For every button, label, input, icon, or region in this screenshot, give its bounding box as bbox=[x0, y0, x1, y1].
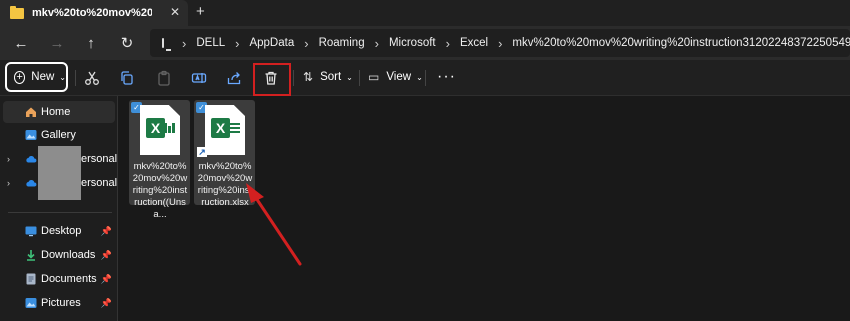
home-icon bbox=[26, 107, 36, 117]
navigation-pane: Home Gallery › ersonal › ersonal Desktop… bbox=[0, 96, 118, 321]
back-arrow-icon[interactable]: ← bbox=[12, 34, 30, 52]
chevron-down-icon: ⌄ bbox=[416, 72, 423, 82]
more-options-icon[interactable]: ··· bbox=[437, 68, 456, 86]
sidebar-item-label: Home bbox=[41, 106, 71, 118]
sidebar-divider bbox=[8, 212, 112, 213]
chevron-down-icon: ⌄ bbox=[59, 72, 66, 82]
pictures-icon bbox=[25, 298, 37, 308]
sidebar-item-label: Downloads bbox=[41, 249, 96, 261]
gallery-icon bbox=[25, 130, 37, 140]
pin-icon: 📌 bbox=[100, 225, 112, 236]
share-icon[interactable] bbox=[225, 69, 243, 87]
sidebar-item-label: Desktop bbox=[41, 225, 82, 237]
download-icon bbox=[27, 250, 35, 261]
documents-icon bbox=[26, 273, 36, 285]
excel-logo-icon: X bbox=[146, 118, 165, 138]
breadcrumb-separator[interactable]: › bbox=[446, 36, 450, 51]
sidebar-item-label: Pictures bbox=[41, 297, 81, 309]
breadcrumb-excel[interactable]: Excel bbox=[460, 37, 488, 49]
sidebar-item-documents[interactable]: Documents 📌 bbox=[3, 268, 115, 290]
copy-icon[interactable] bbox=[118, 69, 136, 87]
forward-arrow-icon[interactable]: → bbox=[48, 34, 66, 52]
up-arrow-icon[interactable]: ↑ bbox=[82, 34, 100, 52]
excel-file-icon: X bbox=[205, 105, 245, 155]
breadcrumb-separator[interactable]: › bbox=[235, 36, 239, 51]
this-pc-icon[interactable] bbox=[162, 38, 171, 51]
spreadsheet-grid-icon bbox=[164, 123, 175, 133]
spreadsheet-grid-icon bbox=[229, 123, 240, 133]
sort-button[interactable]: ⇅ Sort ⌄ bbox=[303, 70, 353, 84]
pin-icon: 📌 bbox=[100, 249, 112, 260]
sidebar-item-desktop[interactable]: Desktop 📌 bbox=[3, 220, 115, 242]
pin-icon: 📌 bbox=[100, 297, 112, 308]
tab-explorer[interactable]: mkv%20to%20mov%20writin ✕ bbox=[0, 0, 188, 26]
view-icon: ▭ bbox=[368, 70, 380, 84]
excel-logo-icon: X bbox=[211, 118, 230, 138]
refresh-icon[interactable]: ↻ bbox=[118, 34, 136, 52]
file-name: mkv%20to%20mov%20writing%20instruction((… bbox=[132, 161, 188, 220]
desktop-icon bbox=[25, 226, 37, 237]
chevron-down-icon: ⌄ bbox=[346, 72, 353, 82]
toolbar-divider bbox=[293, 70, 294, 86]
command-bar: + New ⌄ ⇅ Sort ⌄ ▭ View ⌄ ··· bbox=[0, 60, 850, 96]
sort-icon: ⇅ bbox=[303, 70, 314, 84]
paste-icon[interactable] bbox=[155, 69, 173, 87]
new-button[interactable]: + New ⌄ bbox=[5, 62, 68, 92]
redacted-account-name bbox=[38, 146, 81, 200]
breadcrumb-separator[interactable]: › bbox=[182, 36, 186, 51]
breadcrumb-appdata[interactable]: AppData bbox=[249, 37, 294, 49]
view-button[interactable]: ▭ View ⌄ bbox=[368, 70, 423, 84]
excel-file-icon: X bbox=[140, 105, 180, 155]
new-button-label: New bbox=[31, 71, 55, 83]
breadcrumb-roaming[interactable]: Roaming bbox=[319, 37, 365, 49]
breadcrumb-separator[interactable]: › bbox=[375, 36, 379, 51]
navigation-bar: ← → ↑ ↻ › DELL › AppData › Roaming › Mic… bbox=[0, 26, 850, 60]
breadcrumb-microsoft[interactable]: Microsoft bbox=[389, 37, 436, 49]
sidebar-item-label: Documents bbox=[41, 273, 97, 285]
new-tab-button[interactable]: + bbox=[196, 3, 205, 20]
file-list: ✓ X mkv%20to%20mov%20writing%20instructi… bbox=[119, 96, 850, 321]
view-label: View bbox=[386, 71, 412, 83]
shortcut-arrow-icon: ↗ bbox=[197, 146, 207, 157]
sidebar-item-pictures[interactable]: Pictures 📌 bbox=[3, 292, 115, 314]
breadcrumb-dell[interactable]: DELL bbox=[196, 37, 225, 49]
cut-icon[interactable] bbox=[83, 69, 101, 87]
file-item[interactable]: ✓ X mkv%20to%20mov%20writing%20instructi… bbox=[129, 100, 190, 220]
toolbar-divider bbox=[425, 70, 426, 86]
sidebar-item-gallery[interactable]: Gallery bbox=[3, 124, 115, 146]
toolbar-divider bbox=[359, 70, 360, 86]
sidebar-item-downloads[interactable]: Downloads 📌 bbox=[3, 244, 115, 266]
rename-icon[interactable] bbox=[190, 69, 208, 87]
sidebar-item-home[interactable]: Home bbox=[3, 101, 115, 123]
delete-button-highlight bbox=[253, 63, 291, 96]
tab-title: mkv%20to%20mov%20writin bbox=[32, 7, 152, 19]
sidebar-item-label: ersonal bbox=[81, 177, 118, 189]
close-tab-icon[interactable]: ✕ bbox=[170, 5, 180, 19]
cloud-icon bbox=[26, 155, 37, 163]
toolbar-divider bbox=[75, 70, 76, 86]
cloud-icon bbox=[26, 179, 37, 187]
breadcrumb-separator[interactable]: › bbox=[304, 36, 308, 51]
plus-icon: + bbox=[14, 70, 26, 84]
sort-label: Sort bbox=[320, 71, 342, 83]
pin-icon: 📌 bbox=[100, 273, 112, 284]
sidebar-item-label: ersonal bbox=[81, 153, 118, 165]
file-item[interactable]: ✓ X ↗ mkv%20to%20mov%20writing%20instruc… bbox=[194, 100, 255, 208]
breadcrumb-current-folder[interactable]: mkv%20to%20mov%20writing%20instruction31… bbox=[512, 37, 850, 49]
tab-bar: mkv%20to%20mov%20writin ✕ + bbox=[0, 0, 850, 26]
sidebar-item-label: Gallery bbox=[41, 129, 76, 141]
file-name: mkv%20to%20mov%20writing%20instruction.x… bbox=[197, 161, 253, 208]
breadcrumb-separator[interactable]: › bbox=[498, 36, 502, 51]
folder-icon bbox=[10, 5, 24, 19]
address-bar[interactable]: › DELL › AppData › Roaming › Microsoft ›… bbox=[150, 29, 850, 57]
